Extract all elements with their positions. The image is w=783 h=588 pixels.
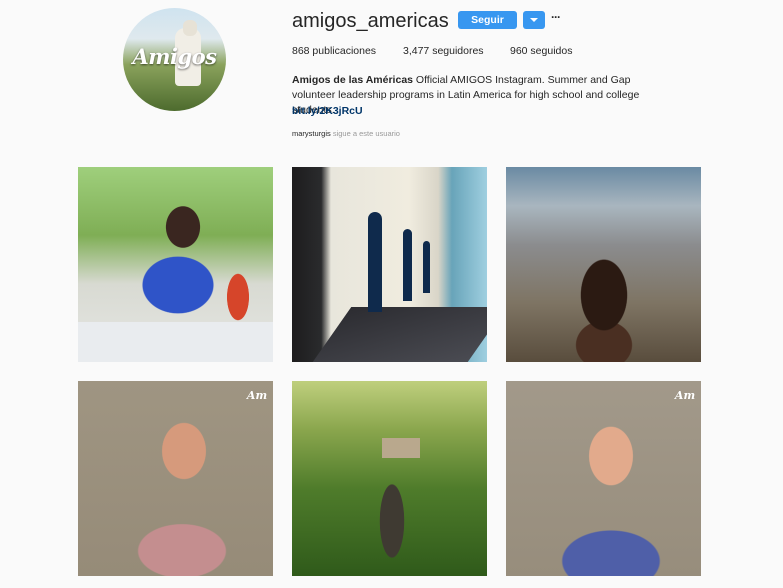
avatar-llama-head (183, 20, 197, 36)
corridor-floor (312, 307, 487, 362)
followers-count[interactable]: 3,477 seguidores (403, 45, 484, 57)
followed-by-text: sigue a este usuario (330, 129, 400, 138)
profile-full-name: Amigos de las Américas (292, 74, 413, 86)
table-surface (78, 322, 273, 362)
follow-button[interactable]: Seguir (458, 11, 517, 29)
following-count[interactable]: 960 seguidos (510, 45, 572, 57)
profile-avatar[interactable]: Amigos (123, 8, 226, 111)
post-tile-hikers[interactable] (292, 381, 487, 576)
posts-count: 868 publicaciones (292, 45, 377, 57)
more-options-button[interactable]: ··· (551, 8, 565, 26)
farmhouse (382, 438, 420, 458)
post-tile-group-photo[interactable] (78, 167, 273, 362)
bio-link[interactable]: bit.ly/2K3jRcU (292, 105, 363, 117)
building-arch (403, 229, 412, 301)
amigos-watermark-icon: Am (674, 389, 696, 402)
followed-by-notice: marysturgis sigue a este usuario (292, 129, 400, 138)
profile-username: amigos_americas (292, 10, 449, 32)
post-tile-video-portrait-1[interactable]: Am (78, 381, 273, 576)
post-tile-colonial-building[interactable] (292, 167, 487, 362)
building-arch (423, 241, 430, 293)
suggestions-dropdown-button[interactable] (523, 11, 545, 29)
building-arch (368, 212, 382, 312)
post-tile-video-portrait-2[interactable]: Am (506, 381, 701, 576)
followed-by-user[interactable]: marysturgis (292, 129, 331, 138)
amigos-watermark-icon: Am (246, 389, 268, 402)
post-tile-city-overlook[interactable] (506, 167, 701, 362)
avatar-logo-text: Amigos (132, 44, 217, 69)
